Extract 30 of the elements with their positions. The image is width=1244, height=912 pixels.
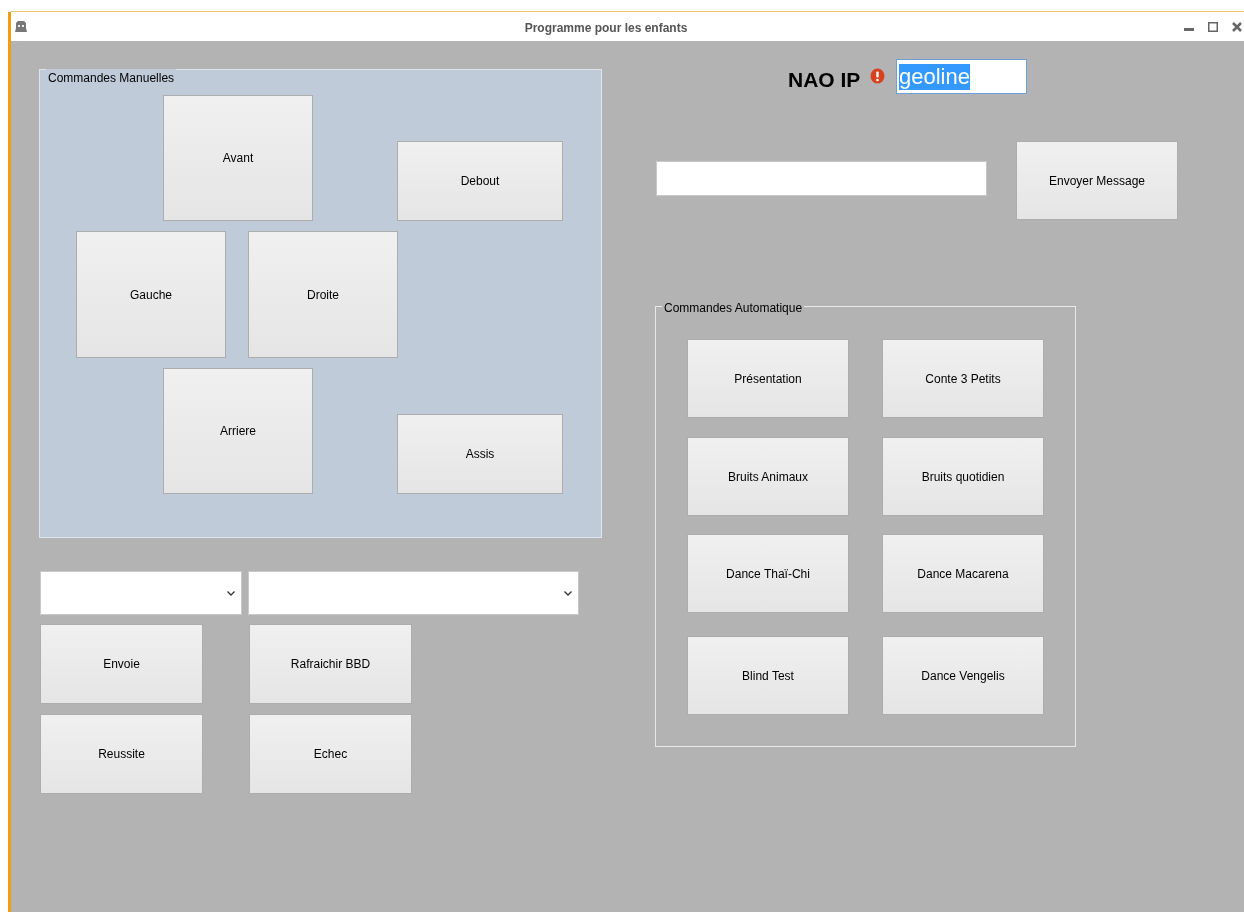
command-button[interactable]: Arriere — [163, 368, 313, 494]
chevron-down-icon — [564, 590, 572, 596]
warning-icon — [870, 68, 885, 84]
command-button[interactable]: Blind Test — [687, 636, 849, 715]
command-button[interactable]: Reussite — [40, 714, 203, 794]
command-button[interactable]: Droite — [248, 231, 398, 358]
command-button[interactable]: Avant — [163, 95, 313, 221]
chevron-down-icon — [227, 590, 235, 596]
command-button[interactable]: Dance Vengelis — [882, 636, 1044, 715]
maximize-icon[interactable] — [1208, 21, 1218, 32]
command-button[interactable]: Bruits Animaux — [687, 437, 849, 516]
command-button[interactable]: Présentation — [687, 339, 849, 418]
message-input-field[interactable] — [656, 161, 987, 196]
command-button[interactable]: Bruits quotidien — [882, 437, 1044, 516]
command-button[interactable]: Rafraichir BBD — [249, 624, 412, 704]
command-button[interactable]: Gauche — [76, 231, 226, 358]
app-icon — [14, 19, 28, 34]
command-button[interactable]: Envoie — [40, 624, 203, 704]
command-button[interactable]: Assis — [397, 414, 563, 494]
command-button[interactable]: Echec — [249, 714, 412, 794]
command-button[interactable]: Conte 3 Petits — [882, 339, 1044, 418]
dropdown-field[interactable] — [40, 571, 242, 615]
close-icon[interactable] — [1232, 21, 1242, 32]
window-title: Programme pour les enfants — [524, 20, 688, 35]
dropdown-field[interactable] — [248, 571, 579, 615]
command-button[interactable]: Dance Thaï-Chi — [687, 534, 849, 613]
ip-label: NAO IP — [788, 67, 861, 93]
command-button[interactable]: Envoyer Message — [1016, 141, 1178, 220]
command-button[interactable]: Dance Macarena — [882, 534, 1044, 613]
command-button[interactable]: Debout — [397, 141, 563, 221]
